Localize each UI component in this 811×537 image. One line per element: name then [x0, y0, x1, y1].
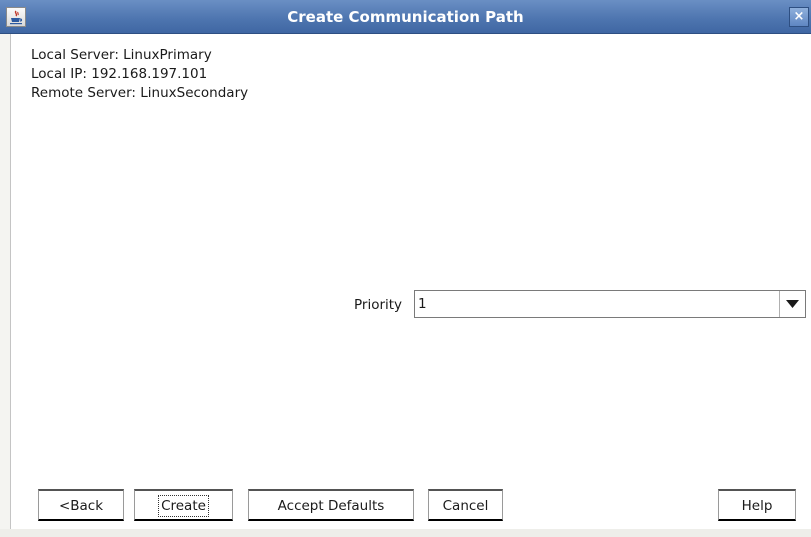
accept-defaults-button[interactable]: Accept Defaults	[248, 489, 414, 521]
local-server-text: Local Server: LinuxPrimary	[31, 47, 212, 63]
close-icon[interactable]: ×	[789, 7, 809, 27]
remote-server-text: Remote Server: LinuxSecondary	[31, 85, 249, 101]
window-title: Create Communication Path	[287, 8, 524, 26]
back-button[interactable]: <Back	[38, 489, 124, 521]
cancel-button[interactable]: Cancel	[428, 489, 503, 521]
bottom-border	[0, 529, 811, 537]
priority-combobox[interactable]: 1	[414, 290, 806, 318]
priority-label: Priority	[354, 297, 403, 313]
create-button[interactable]: Create	[134, 489, 233, 521]
title-bar[interactable]: Create Communication Path ×	[0, 0, 811, 34]
help-button[interactable]: Help	[718, 489, 796, 521]
dialog-content: Local Server: LinuxPrimary Local IP: 192…	[10, 34, 811, 537]
local-ip-text: Local IP: 192.168.197.101	[31, 66, 208, 82]
priority-value: 1	[418, 296, 427, 312]
chevron-down-icon[interactable]	[779, 291, 805, 317]
